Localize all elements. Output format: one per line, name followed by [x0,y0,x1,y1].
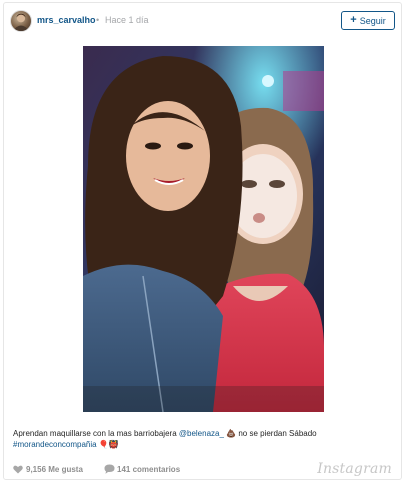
post-caption: Aprendan maquillarse con la mas barrioba… [13,428,393,450]
mention-link[interactable]: @belenaza_ [179,429,224,438]
post-header: mrs_carvalho • Hace 1 día + Seguir [4,3,401,41]
user-avatar[interactable] [10,10,32,32]
likes-count[interactable]: 9,156 Me gusta [26,465,83,474]
post-footer: 9,156 Me gusta 141 comentarios Instagram [4,461,401,479]
header-separator: • [96,15,100,25]
heart-icon[interactable] [13,465,23,474]
instagram-embed-card: mrs_carvalho • Hace 1 día + Seguir Apren… [3,2,402,480]
comments-count[interactable]: 141 comentarios [117,465,180,474]
comment-icon[interactable] [104,464,115,474]
post-photo[interactable] [83,46,324,412]
hashtag-link[interactable]: #morandeconcompañia [13,440,97,449]
plus-icon: + [350,14,357,26]
selfie-photo [83,46,324,412]
username-link[interactable]: mrs_carvalho [37,15,96,25]
instagram-logo[interactable]: Instagram [317,461,392,477]
follow-button[interactable]: + Seguir [341,11,395,30]
caption-text-before: Aprendan maquillarse con la mas barrioba… [13,429,179,438]
caption-emoji-tail: 🎈👹 [96,440,119,449]
caption-text-middle: 💩 no se pierdan Sábado [223,429,317,438]
post-timestamp[interactable]: Hace 1 día [105,15,149,25]
follow-label: Seguir [359,15,386,26]
